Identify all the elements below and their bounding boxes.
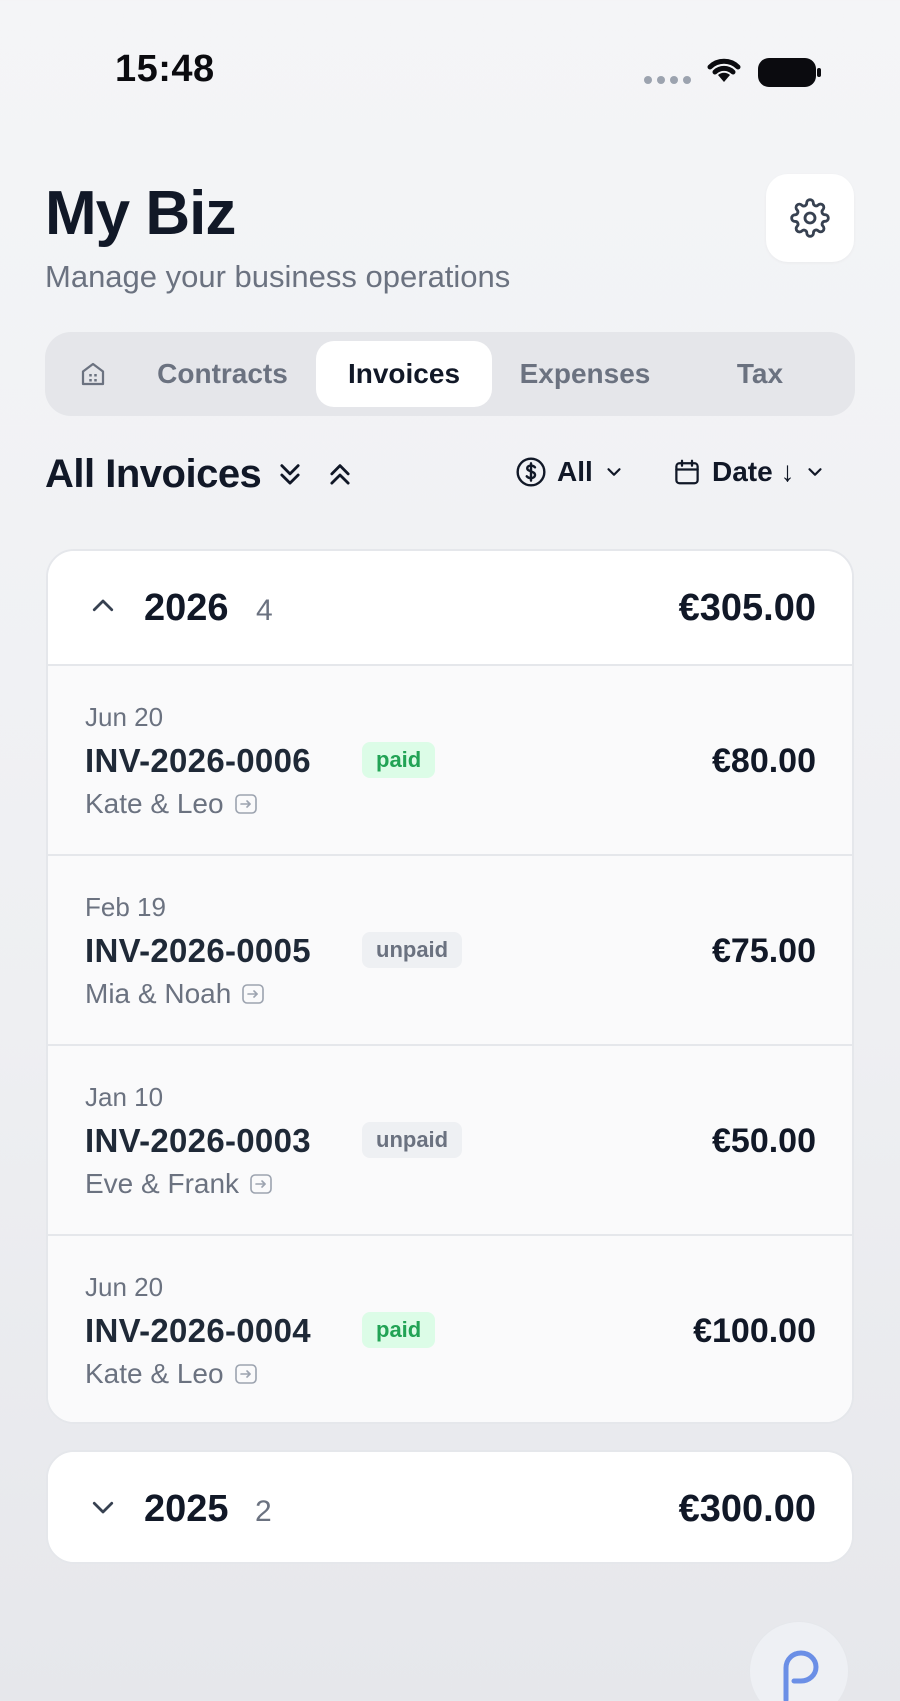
tab-invoices[interactable]: Invoices xyxy=(316,341,492,407)
chevron-down-icon xyxy=(92,1501,114,1514)
year-group-header[interactable]: 2025 2 €300.00 xyxy=(48,1452,852,1562)
tab-tax[interactable]: Tax xyxy=(685,341,835,407)
linked-contract-icon xyxy=(242,984,265,1004)
calendar-icon xyxy=(675,459,699,485)
wifi-icon xyxy=(707,58,741,82)
year-group-header[interactable]: 2026 4 €305.00 xyxy=(48,551,852,664)
invoice-row[interactable]: Feb 19 INV-2026-0005 unpaid Mia & Noah €… xyxy=(48,854,852,1044)
linked-contract-icon xyxy=(234,794,257,814)
client-name: Kate & Leo xyxy=(85,788,224,819)
home-icon xyxy=(81,362,105,386)
invoice-number: INV-2026-0006 xyxy=(85,742,311,779)
invoice-date: Jan 10 xyxy=(85,1082,164,1112)
invoice-number: INV-2026-0005 xyxy=(85,932,311,969)
year-label: 2025 xyxy=(144,1488,229,1530)
invoice-client: Mia & Noah xyxy=(85,978,267,1010)
status-filter-value: All xyxy=(557,456,593,487)
invoice-date: Jun 20 xyxy=(85,1272,164,1302)
signal-dots-icon xyxy=(644,76,691,84)
section-title: All Invoices xyxy=(45,452,262,496)
client-name: Kate & Leo xyxy=(85,1358,224,1389)
page-title: My Biz xyxy=(45,179,236,248)
status-bar: 15:48 xyxy=(0,0,900,140)
page-subtitle: Manage your business operations xyxy=(45,259,511,294)
battery-icon xyxy=(758,58,821,87)
sort-dropdown[interactable]: Date ↓ xyxy=(672,456,826,488)
assistant-button[interactable] xyxy=(750,1622,848,1701)
status-badge: paid xyxy=(362,1312,436,1348)
tab-home[interactable] xyxy=(59,341,127,407)
collapse-all-icon[interactable] xyxy=(326,458,354,492)
invoice-row[interactable]: Jun 20 INV-2026-0004 paid Kate & Leo €10… xyxy=(48,1234,852,1422)
client-name: Mia & Noah xyxy=(85,978,232,1009)
year-invoice-count: 2 xyxy=(255,1495,272,1528)
status-time: 15:48 xyxy=(115,48,215,90)
invoice-client: Eve & Frank xyxy=(85,1168,275,1200)
tab-contracts[interactable]: Contracts xyxy=(145,341,300,407)
year-label: 2026 xyxy=(144,587,229,629)
dollar-circle-icon xyxy=(516,457,546,487)
year-total: €300.00 xyxy=(678,1488,816,1530)
tab-expenses[interactable]: Expenses xyxy=(500,341,670,407)
status-badge: unpaid xyxy=(362,1122,463,1158)
invoice-date: Feb 19 xyxy=(85,892,166,922)
year-group-2026: 2026 4 €305.00 Jun 20 INV-2026-0006 paid… xyxy=(46,549,854,1424)
invoice-number: INV-2026-0003 xyxy=(85,1122,311,1159)
status-badge: unpaid xyxy=(362,932,463,968)
invoice-amount: €75.00 xyxy=(712,932,816,970)
year-total: €305.00 xyxy=(678,587,816,629)
linked-contract-icon xyxy=(250,1174,272,1194)
client-name: Eve & Frank xyxy=(85,1168,240,1199)
p-logo-icon xyxy=(783,1650,819,1701)
year-invoice-count: 4 xyxy=(256,594,273,627)
linked-contract-icon xyxy=(234,1364,257,1384)
invoice-row[interactable]: Jun 20 INV-2026-0006 paid Kate & Leo €80… xyxy=(48,664,852,854)
year-group-2025: 2025 2 €300.00 xyxy=(46,1450,854,1564)
chevron-down-icon xyxy=(808,468,823,476)
invoice-amount: €50.00 xyxy=(712,1122,816,1160)
sort-value: Date ↓ xyxy=(712,456,795,487)
settings-button[interactable] xyxy=(766,174,854,262)
section-tabbar: Contracts Invoices Expenses Tax xyxy=(45,332,855,416)
invoice-amount: €80.00 xyxy=(712,742,816,780)
status-badge: paid xyxy=(362,742,436,778)
invoice-amount: €100.00 xyxy=(693,1312,816,1350)
invoice-client: Kate & Leo xyxy=(85,1358,260,1390)
chevron-down-icon xyxy=(607,468,621,476)
invoice-client: Kate & Leo xyxy=(85,788,260,820)
expand-all-icon[interactable] xyxy=(276,458,304,492)
gear-icon xyxy=(790,198,830,238)
chevron-up-icon xyxy=(92,599,114,612)
invoice-date: Jun 20 xyxy=(85,702,164,732)
status-filter-dropdown[interactable]: All xyxy=(515,456,625,488)
invoice-row[interactable]: Jan 10 INV-2026-0003 unpaid Eve & Frank … xyxy=(48,1044,852,1234)
invoice-number: INV-2026-0004 xyxy=(85,1312,311,1349)
